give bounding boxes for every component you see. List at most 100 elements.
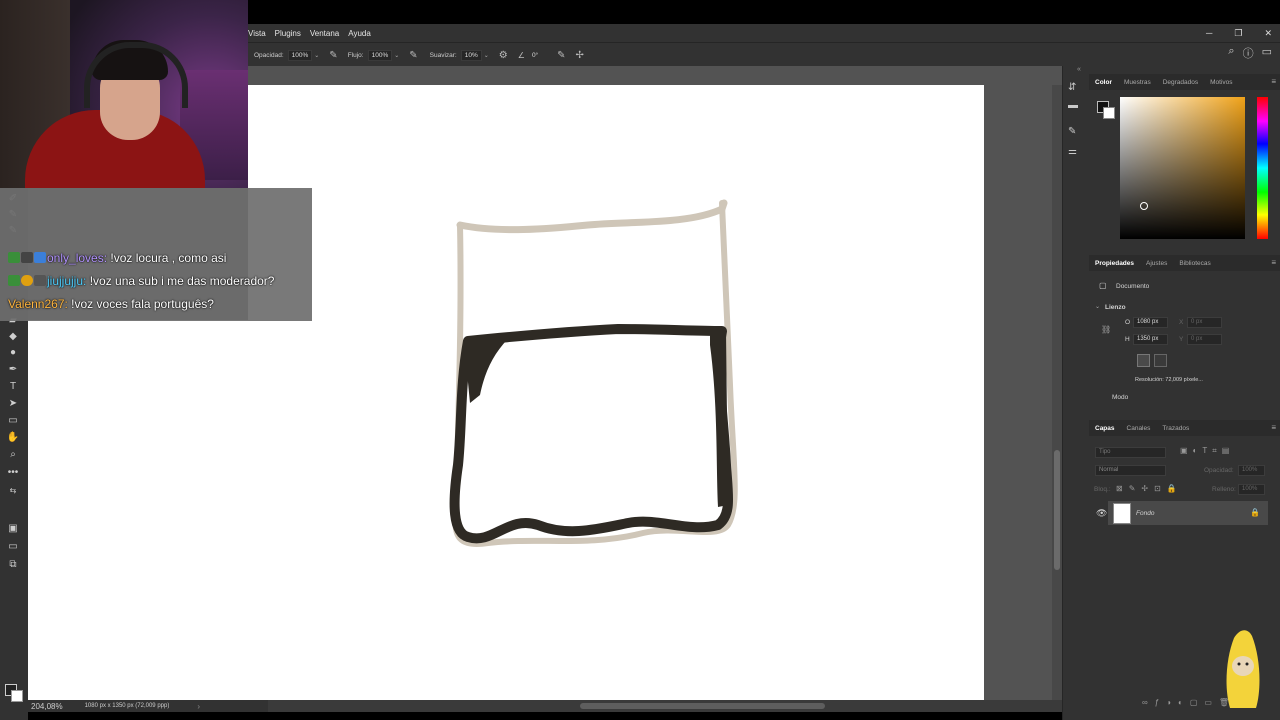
path-select-tool-icon[interactable]: ➤ bbox=[4, 397, 22, 411]
layer-row[interactable] bbox=[1108, 501, 1268, 525]
layer-filter-icons[interactable]: ▣◐T⌗▤ bbox=[1180, 446, 1234, 456]
brushes-icon[interactable]: ✎ bbox=[1068, 126, 1076, 137]
height-input[interactable]: 1350 px bbox=[1133, 334, 1168, 345]
share-icon[interactable]: ⧉ bbox=[4, 558, 22, 572]
chat-username: only_loves: bbox=[47, 251, 108, 265]
angle-icon: ∠ bbox=[517, 50, 525, 60]
background-swatch[interactable] bbox=[1103, 107, 1115, 119]
help-icon[interactable]: ⓘ bbox=[1243, 45, 1254, 61]
menu-item-ayuda[interactable]: Ayuda bbox=[348, 29, 371, 38]
gear-icon[interactable]: ⚙ bbox=[499, 50, 508, 61]
smoothing-field[interactable]: 10% bbox=[460, 49, 482, 61]
canvas-left-area[interactable] bbox=[28, 320, 248, 700]
status-chevron-icon[interactable]: › bbox=[197, 702, 200, 711]
layer-name[interactable]: Fondo bbox=[1136, 510, 1154, 517]
horizontal-scroll-thumb[interactable] bbox=[580, 703, 825, 709]
rectangle-tool-icon[interactable]: ▭ bbox=[4, 414, 22, 428]
layer-lock-icon: 🔒 bbox=[1250, 508, 1260, 517]
menu-item-ventana[interactable]: Ventana bbox=[310, 29, 339, 38]
height-label: H bbox=[1125, 336, 1130, 343]
mode-label: Modo bbox=[1112, 394, 1129, 401]
color-picker-handle[interactable] bbox=[1140, 202, 1148, 210]
pressure-opacity-icon[interactable]: ✎ bbox=[329, 50, 337, 61]
pen-tool-icon[interactable]: ✒ bbox=[4, 363, 22, 377]
resolution-text: Resolución: 72,009 píxele... bbox=[1135, 377, 1203, 383]
badge-icon bbox=[34, 252, 46, 263]
swap-colors-icon[interactable]: ⇆ bbox=[4, 484, 22, 498]
menu-item-vista[interactable]: Vista bbox=[248, 29, 266, 38]
drawing-svg bbox=[449, 199, 738, 547]
tab-swatches[interactable]: Muestras bbox=[1118, 79, 1157, 86]
menu-item-plugins[interactable]: Plugins bbox=[275, 29, 301, 38]
portrait-orientation-button[interactable] bbox=[1137, 354, 1150, 367]
tab-paths[interactable]: Trazados bbox=[1156, 425, 1195, 432]
color-panel-menu-icon[interactable]: ≡ bbox=[1271, 77, 1276, 86]
workspace-icon[interactable]: ▭ bbox=[1262, 45, 1272, 61]
blend-mode-select[interactable]: Normal bbox=[1095, 465, 1166, 476]
width-input[interactable]: 1080 px bbox=[1133, 317, 1168, 328]
comments-icon[interactable]: ▬ bbox=[1068, 100, 1078, 111]
layer-thumbnail[interactable] bbox=[1113, 503, 1131, 524]
adjustments-icon[interactable]: ⚌ bbox=[1068, 146, 1077, 157]
type-tool-icon[interactable]: T bbox=[4, 380, 22, 394]
minimize-button[interactable]: ─ bbox=[1206, 28, 1212, 38]
document-info[interactable]: 1080 px x 1350 px (72,009 ppp) bbox=[85, 703, 170, 709]
flow-label: Flujo: bbox=[347, 51, 364, 59]
tab-layers[interactable]: Capas bbox=[1089, 425, 1121, 432]
blur-tool-icon[interactable]: ◆ bbox=[4, 330, 22, 344]
tab-channels[interactable]: Canales bbox=[1121, 425, 1157, 432]
pressure-size-icon[interactable]: ✎ bbox=[557, 50, 565, 61]
tab-libraries[interactable]: Bibliotecas bbox=[1173, 260, 1216, 267]
opacity-field[interactable]: 100% bbox=[287, 49, 313, 61]
screen-mode-icon[interactable]: ▭ bbox=[4, 540, 22, 554]
lock-icons[interactable]: ⊠✎✢⊡🔒 bbox=[1116, 484, 1183, 493]
more-tools-icon[interactable]: ••• bbox=[4, 466, 22, 480]
chat-text: !voz locura , como asi bbox=[107, 251, 227, 265]
landscape-orientation-button[interactable] bbox=[1154, 354, 1167, 367]
maximize-button[interactable]: ❐ bbox=[1234, 28, 1242, 39]
badge-icon bbox=[21, 275, 33, 286]
airbrush-icon[interactable]: ✎ bbox=[409, 50, 417, 61]
tab-color[interactable]: Color bbox=[1089, 79, 1118, 86]
chat-username: jiujjujju: bbox=[47, 274, 87, 288]
hand-tool-icon[interactable]: ✋ bbox=[4, 431, 22, 445]
search-icon[interactable]: ⌕ bbox=[1228, 45, 1234, 61]
zoom-level[interactable]: 204,08% bbox=[31, 702, 63, 711]
symmetry-icon[interactable]: ✢ bbox=[576, 50, 584, 61]
flow-field[interactable]: 100% bbox=[367, 49, 393, 61]
layer-opacity-input[interactable]: 100% bbox=[1238, 465, 1265, 476]
y-input[interactable]: 0 px bbox=[1187, 334, 1222, 345]
vertical-scroll-thumb[interactable] bbox=[1054, 450, 1060, 570]
collapse-panels-icon[interactable]: « bbox=[1077, 66, 1081, 73]
canvas-document[interactable] bbox=[248, 85, 984, 700]
tab-gradients[interactable]: Degradados bbox=[1157, 79, 1204, 86]
color-field[interactable] bbox=[1120, 97, 1245, 239]
zoom-tool-icon[interactable]: ⌕ bbox=[4, 448, 22, 462]
chat-text: !voz voces fala português? bbox=[67, 297, 214, 311]
properties-panel-menu-icon[interactable]: ≡ bbox=[1271, 258, 1276, 267]
dodge-tool-icon[interactable]: ● bbox=[4, 346, 22, 360]
fill-input[interactable]: 100% bbox=[1238, 484, 1265, 495]
quick-mask-icon[interactable]: ▣ bbox=[4, 522, 22, 536]
chevron-down-icon[interactable]: ⌄ bbox=[1095, 303, 1100, 310]
chevron-down-icon[interactable]: ⌄ bbox=[484, 52, 489, 59]
chevron-down-icon[interactable]: ⌄ bbox=[394, 52, 399, 59]
tab-adjustments[interactable]: Ajustes bbox=[1140, 260, 1173, 267]
tab-properties[interactable]: Propiedades bbox=[1089, 260, 1140, 267]
hue-slider[interactable] bbox=[1257, 97, 1268, 239]
history-icon[interactable]: ⇵ bbox=[1068, 82, 1076, 93]
glass-outline-stroke bbox=[452, 200, 738, 547]
chevron-down-icon[interactable]: ⌄ bbox=[314, 52, 319, 59]
visibility-eye-icon[interactable]: 👁 bbox=[1096, 508, 1107, 519]
vertical-scrollbar[interactable] bbox=[1052, 85, 1062, 700]
close-button[interactable]: ✕ bbox=[1264, 28, 1272, 39]
link-icon[interactable]: ⛓ bbox=[1101, 325, 1111, 334]
background-color-swatch[interactable] bbox=[11, 690, 23, 702]
canvas-section-label: Lienzo bbox=[1105, 304, 1126, 311]
layers-panel-menu-icon[interactable]: ≡ bbox=[1271, 423, 1276, 432]
layer-filter-input[interactable]: Tipo bbox=[1095, 447, 1166, 458]
tab-patterns[interactable]: Motivos bbox=[1204, 79, 1238, 86]
x-input[interactable]: 0 px bbox=[1187, 317, 1222, 328]
window-controls: ─ ❐ ✕ bbox=[1206, 24, 1272, 42]
angle-field[interactable]: 0° bbox=[529, 51, 541, 60]
